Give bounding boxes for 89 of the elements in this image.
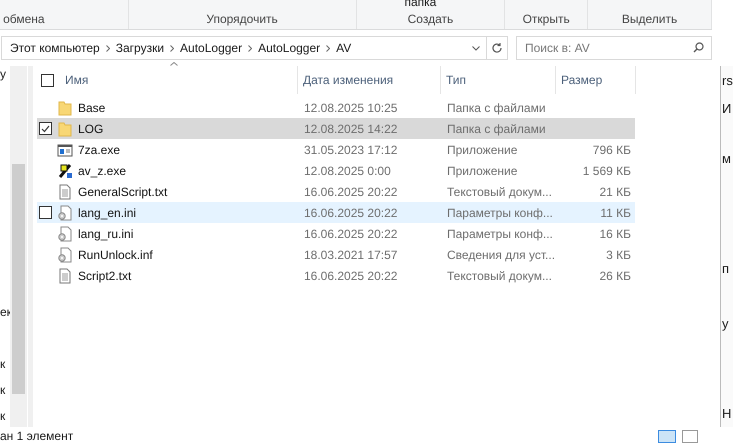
text-file-icon [57,184,73,200]
type-cell: Сведения для уст... [447,248,556,262]
refresh-button[interactable] [486,36,508,60]
ribbon-group-label: Создать [408,12,454,26]
file-name[interactable]: av_z.exe [78,162,126,180]
checkmark-icon [41,124,50,132]
date-cell: 12.08.2025 10:25 [304,100,398,114]
ribbon-group-label: Открыть [522,12,570,26]
file-name[interactable]: Script2.txt [78,266,132,284]
gear-file-icon [57,226,73,242]
chevron-icon [170,44,174,52]
chevron-icon [106,44,110,52]
date-cell: 31.05.2023 17:12 [304,142,398,156]
size-cell: 11 КБ [600,206,631,220]
details-view-button[interactable] [658,430,676,443]
file-row[interactable]: lang_en.ini 16.06.2025 20:22 Параметры конф... 11 КБ [37,202,635,223]
breadcrumb-item[interactable]: AutoLogger [258,39,320,57]
file-name[interactable]: GeneralScript.txt [78,182,168,200]
size-cell: 26 КБ [599,268,631,282]
chevron-icon [248,44,252,52]
search-field[interactable]: Поиск в: AV [516,36,712,60]
file-name[interactable]: 7za.exe [78,140,120,158]
column-header[interactable]: Имя [54,66,298,94]
breadcrumb-item[interactable]: Этот компьютер [10,39,100,57]
select-all-checkbox[interactable] [41,74,54,86]
type-cell: Параметры конф... [447,226,553,240]
window-text-fragment: И [721,102,732,116]
nav-item[interactable]: у [0,68,10,80]
date-cell: 16.06.2025 20:22 [304,226,398,240]
date-cell: 16.06.2025 20:22 [304,184,398,198]
pen-tool-icon [57,162,73,178]
type-cell: Папка с файлами [447,100,546,114]
window-text-fragment: м [721,152,732,166]
type-cell: Текстовый докум... [447,184,552,198]
date-cell: 16.06.2025 20:22 [304,268,398,282]
application-window-icon [57,142,73,158]
ribbon-group-label: Выделить [622,12,678,26]
ribbon-group-label: Упорядочить [206,12,278,26]
tiles-view-button[interactable] [682,430,698,443]
window-text-fragment: у [721,317,730,331]
size-cell: 21 КБ [599,184,631,198]
chevron-icon [326,44,330,52]
column-header[interactable]: Размер [556,66,636,94]
date-cell: 16.06.2025 20:22 [304,206,398,220]
nav-item[interactable]: к [0,358,10,370]
address-bar[interactable]: Этот компьютер Загрузки AutoLogger AutoLogger AV [1,36,487,60]
type-cell: Папка с файлами [447,122,546,136]
breadcrumb-item[interactable]: AV [336,39,352,57]
scrollbar[interactable] [10,66,27,427]
row-checkbox[interactable] [39,122,52,135]
file-name[interactable]: lang_en.ini [78,204,136,222]
size-cell: 3 КБ [606,248,631,262]
type-cell: Приложение [447,142,518,156]
nav-item[interactable]: к [0,384,10,396]
sort-caret-icon [170,62,178,66]
status-text: ан 1 элемент [0,429,74,443]
search-icon [693,42,704,53]
date-cell: 18.03.2021 17:57 [304,248,398,262]
type-cell: Параметры конф... [447,206,553,220]
file-name[interactable]: RunUnlock.inf [78,246,153,264]
nav-item[interactable]: к [0,410,10,422]
size-cell: 796 КБ [592,142,631,156]
ribbon-group-label: обмена [3,12,45,26]
refresh-icon [490,42,503,54]
type-cell: Текстовый докум... [447,268,552,282]
row-checkbox[interactable] [39,206,52,219]
folder-icon [57,100,73,116]
gear-file-icon [57,246,73,262]
breadcrumb-item[interactable]: Загрузки [116,39,164,57]
text-file-icon [57,268,73,284]
file-name[interactable]: lang_ru.ini [78,224,134,242]
column-header[interactable]: Тип [441,66,556,94]
window-text-fragment: п [721,262,730,276]
file-name[interactable]: Base [78,98,106,116]
date-cell: 12.08.2025 0:00 [304,164,391,178]
size-cell: 16 КБ [599,226,631,240]
file-row[interactable]: LOG 12.08.2025 14:22 Папка с файлами [37,118,635,139]
breadcrumb-item[interactable]: AutoLogger [180,39,242,57]
folder-icon [57,120,73,136]
window-text-fragment: rs [721,74,733,88]
dropdown-caret-icon[interactable] [472,46,480,50]
window-text-fragment: Н [721,407,732,421]
column-header[interactable]: Дата изменения [298,66,441,94]
file-name[interactable]: LOG [78,120,104,138]
size-cell: 1 569 КБ [582,164,631,178]
scrollbar-thumb[interactable] [12,164,25,394]
date-cell: 12.08.2025 14:22 [304,122,398,136]
gear-file-icon [57,204,73,220]
type-cell: Приложение [447,164,518,178]
